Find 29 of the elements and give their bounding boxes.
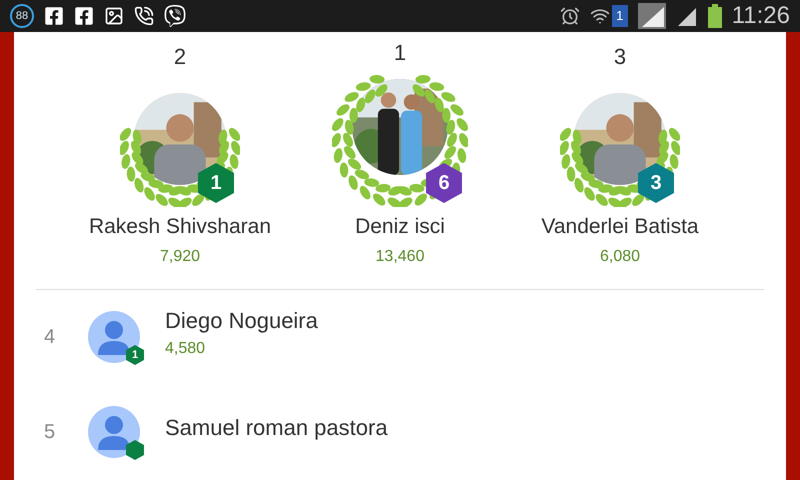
rank-number: 4 <box>44 325 56 350</box>
user-name: Diego Nogueira <box>165 306 318 335</box>
facebook-icon <box>74 6 94 26</box>
avatar-icon <box>88 406 140 458</box>
user-name: Deniz isci <box>355 214 445 240</box>
avatar-icon <box>88 311 140 363</box>
score: 13,460 <box>376 246 424 266</box>
rank-number: 2 <box>174 43 186 71</box>
rank-number: 1 <box>394 39 406 67</box>
viber-icon <box>164 5 186 27</box>
user-name: Samuel roman pastora <box>165 414 388 442</box>
user-name: Rakesh Shivsharan <box>88 214 272 240</box>
notification-count: 88 <box>10 4 34 28</box>
level-badge: 6 <box>426 163 462 203</box>
signal-icon <box>638 3 666 29</box>
facebook-icon <box>44 6 64 26</box>
alarm-icon <box>560 6 580 26</box>
level-badge: 1 <box>126 345 144 365</box>
picture-icon <box>104 6 124 26</box>
sim-badge: 1 <box>612 5 628 27</box>
phone-icon <box>134 6 154 26</box>
score: 4,580 <box>165 338 206 358</box>
rank-number: 5 <box>44 420 56 445</box>
battery-icon <box>708 4 722 28</box>
score: 7,920 <box>160 246 200 266</box>
user-name: Vanderlei Batista <box>541 214 699 240</box>
clock: 11:26 <box>732 1 790 31</box>
score: 6,080 <box>600 246 640 266</box>
rank-number: 3 <box>614 43 626 71</box>
